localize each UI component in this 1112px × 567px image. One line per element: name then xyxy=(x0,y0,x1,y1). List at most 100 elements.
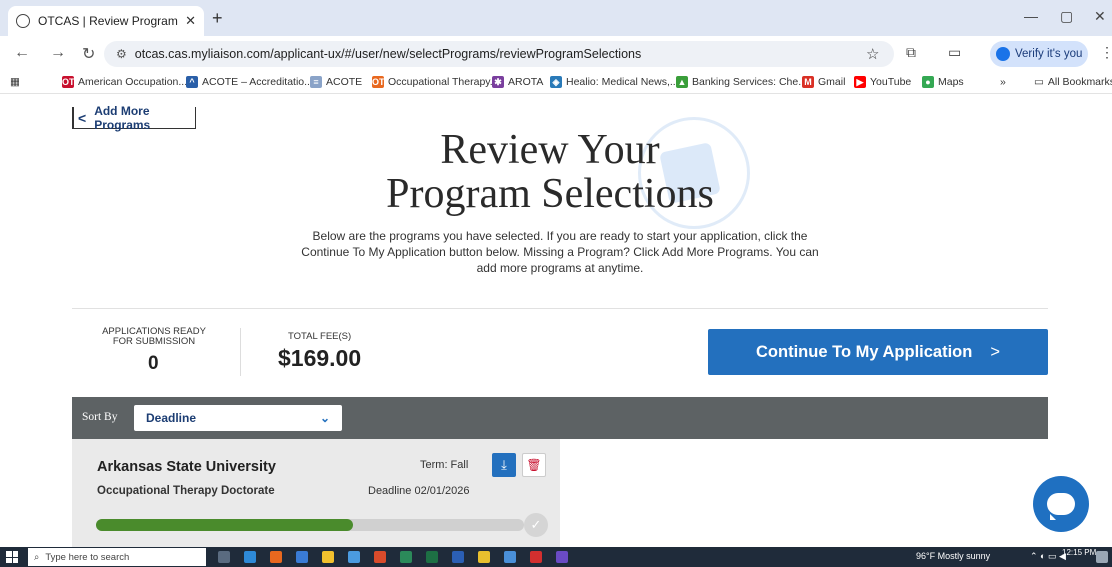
download-icon: ⤓ xyxy=(501,457,507,472)
arota-icon: ✱ xyxy=(492,76,504,88)
graduation-cap-icon: ^ xyxy=(186,76,198,88)
sort-selected-value: Deadline xyxy=(146,411,197,425)
bookmark-item[interactable]: ✱ AROTA xyxy=(492,76,543,88)
verify-profile-button[interactable]: Verify it's you xyxy=(990,41,1088,67)
chat-bubble-icon xyxy=(1047,493,1075,520)
app-icon[interactable] xyxy=(348,551,360,563)
bookmarks-bar: ▦ OT American Occupation... ^ ACOTE – Accr… xyxy=(0,72,1112,94)
add-more-programs-button[interactable]: < Add More Programs xyxy=(72,104,196,132)
windows-start-icon[interactable] xyxy=(6,551,18,563)
word-icon[interactable] xyxy=(452,551,464,563)
bookmark-item[interactable]: ◈ Healio: Medical News,... xyxy=(550,76,679,88)
globe-icon xyxy=(16,14,30,28)
page-content: < Add More Programs Review Your Program … xyxy=(0,95,1112,547)
sort-by-label: Sort By xyxy=(82,411,118,423)
verify-label: Verify it's you xyxy=(1015,48,1083,60)
bookmark-item[interactable]: OT Occupational Therapy... xyxy=(372,76,499,88)
all-bookmarks[interactable]: ▭ All Bookmarks xyxy=(1034,76,1112,88)
site-info-icon[interactable]: ⚙ xyxy=(116,47,127,61)
file-explorer-icon[interactable] xyxy=(322,551,334,563)
chevron-left-icon: < xyxy=(78,109,87,126)
bookmark-item[interactable]: ▲ Banking Services: Che... xyxy=(676,76,807,88)
app-icon[interactable] xyxy=(530,551,542,563)
clock[interactable]: 12:15 PM xyxy=(1062,548,1096,557)
task-view-icon[interactable] xyxy=(218,551,230,563)
program-card: Arkansas State University Occupational T… xyxy=(72,439,560,547)
total-fee-value: $169.00 xyxy=(278,345,362,371)
search-icon: ⌕ xyxy=(34,551,40,563)
reload-icon[interactable]: ↻ xyxy=(82,44,95,64)
progress-track xyxy=(96,519,524,531)
taskbar-search-input[interactable]: ⌕ Type here to search xyxy=(28,548,206,566)
chrome-icon[interactable] xyxy=(478,551,490,563)
ot-icon: OT xyxy=(62,76,75,88)
applications-ready-label: APPLICATIONS READY FOR SUBMISSION xyxy=(102,326,206,347)
page-description: Below are the programs you have selected… xyxy=(301,229,819,275)
program-term: Term: Fall xyxy=(420,459,469,471)
sort-bar: Sort By Deadline ⌄ xyxy=(72,397,1048,439)
tab-search-icon[interactable]: ▭ xyxy=(948,44,961,61)
browser-tab[interactable]: OTCAS | Review Program Section ✕ xyxy=(8,6,204,36)
trash-icon: 🗑 xyxy=(526,458,542,472)
excel-icon[interactable] xyxy=(426,551,438,563)
app-icon[interactable] xyxy=(400,551,412,563)
app-icon[interactable] xyxy=(270,551,282,563)
close-window-icon[interactable]: ✕ xyxy=(1094,8,1106,25)
bookmark-item[interactable]: OT American Occupation... xyxy=(62,76,187,88)
system-tray-icons[interactable]: ⌃ ◐ ▭ ◀ xyxy=(1030,551,1066,562)
bookmark-star-icon[interactable]: ☆ xyxy=(866,45,879,63)
acote-icon: ≡ xyxy=(310,76,322,88)
url-bar[interactable]: ⚙ otcas.cas.myliaison.com/applicant-ux/#… xyxy=(104,41,894,67)
restore-icon[interactable]: ▢ xyxy=(1060,8,1073,25)
forward-icon[interactable]: → xyxy=(50,44,66,62)
progress-fill xyxy=(96,519,353,531)
program-name: Occupational Therapy Doctorate xyxy=(97,485,275,497)
minimize-icon[interactable]: — xyxy=(1024,8,1038,24)
close-tab-icon[interactable]: ✕ xyxy=(185,13,196,29)
healio-icon: ◈ xyxy=(550,76,562,88)
bank-icon: ▲ xyxy=(676,76,688,88)
divider xyxy=(72,308,1048,309)
extensions-icon[interactable]: ⧉ xyxy=(906,44,916,61)
menu-icon[interactable]: ⋮ xyxy=(1100,44,1112,61)
delete-program-button[interactable]: 🗑 xyxy=(522,453,546,477)
continue-to-application-button[interactable]: Continue To My Application > xyxy=(708,329,1048,375)
edge-icon[interactable] xyxy=(244,551,256,563)
store-icon[interactable] xyxy=(296,551,308,563)
bookmarks-overflow-icon[interactable]: » xyxy=(1000,76,1006,88)
youtube-icon: ▶ xyxy=(854,76,866,88)
chat-button[interactable] xyxy=(1033,476,1089,532)
maps-icon: ● xyxy=(922,76,934,88)
total-fee-label: TOTAL FEE(S) xyxy=(288,331,352,342)
browser-tab-bar: OTCAS | Review Program Section ✕ + — ▢ ✕ xyxy=(0,0,1112,36)
gmail-icon: M xyxy=(802,76,814,88)
notification-icon[interactable] xyxy=(1096,551,1108,563)
teams-icon[interactable] xyxy=(556,551,568,563)
bookmark-item[interactable]: ● Maps xyxy=(922,76,964,88)
download-button[interactable]: ⤓ xyxy=(492,453,516,477)
weather-widget[interactable]: 96°F Mostly sunny xyxy=(916,551,990,561)
new-tab-button[interactable]: + xyxy=(212,8,223,29)
tab-title: OTCAS | Review Program Section xyxy=(38,14,179,28)
bookmark-item[interactable]: M Gmail xyxy=(802,76,845,88)
sort-select[interactable]: Deadline ⌄ xyxy=(134,405,342,431)
check-circle-icon: ✓ xyxy=(524,513,548,537)
page-title: Review Your Program Selections xyxy=(386,127,714,217)
back-icon[interactable]: ← xyxy=(14,44,30,62)
stat-separator xyxy=(240,328,241,376)
bookmark-item[interactable]: ▶ YouTube xyxy=(854,76,911,88)
app-icon[interactable] xyxy=(374,551,386,563)
windows-taskbar: ⌕ Type here to search 96°F Mostly sunny … xyxy=(0,547,1112,567)
university-name: Arkansas State University xyxy=(97,459,276,475)
app-icon[interactable] xyxy=(504,551,516,563)
bookmark-item[interactable]: ≡ ACOTE xyxy=(310,76,362,88)
bookmark-item[interactable]: ^ ACOTE – Accreditatio... xyxy=(186,76,313,88)
apps-grid-icon[interactable]: ▦ xyxy=(10,76,20,88)
profile-icon xyxy=(996,47,1010,61)
url-text: otcas.cas.myliaison.com/applicant-ux/#/u… xyxy=(134,47,642,61)
ot-icon: OT xyxy=(372,76,385,88)
program-deadline: Deadline 02/01/2026 xyxy=(368,485,470,497)
applications-ready-count: 0 xyxy=(148,353,159,374)
folder-icon: ▭ xyxy=(1034,76,1044,88)
chevron-down-icon: ⌄ xyxy=(319,411,330,425)
